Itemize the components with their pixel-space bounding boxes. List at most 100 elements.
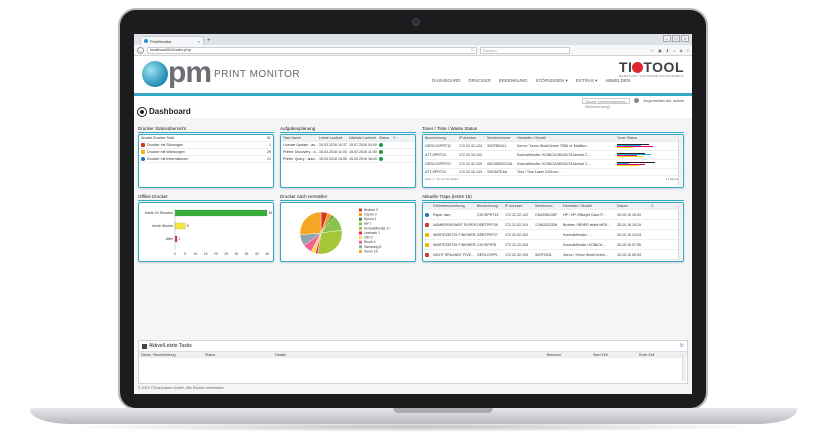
close-tab-icon[interactable]: × — [198, 39, 200, 44]
quick-search-input[interactable]: Suche (Seriennummer, Bezeichnung) — [582, 97, 631, 109]
col-header[interactable]: Name / Beschreibung — [141, 353, 205, 357]
legend-label: KonicaMinolta 17 — [364, 226, 390, 230]
col-header[interactable]: Toner Status — [617, 136, 667, 140]
col-header[interactable]: Start Zeit — [593, 353, 639, 357]
nav-stoerungen[interactable]: STÖRUNGEN ▾ — [536, 78, 568, 84]
status-row-warnings[interactable]: Drucker mit Warnungen 29 — [139, 149, 273, 156]
traps-header-row: Fehlerbeschreibung Bezeichnung IP Adress… — [423, 203, 683, 210]
status-ok-icon — [379, 157, 383, 161]
table-row[interactable]: Paper Jam CHCEPRT13 172.22.22.122 CNATB013S… — [423, 210, 683, 220]
scrollbar[interactable] — [682, 354, 686, 381]
cell: Printer Query - auto... — [283, 157, 318, 161]
nav-dashboard[interactable]: DASHBOARD — [432, 78, 461, 84]
nav-drucker[interactable]: DRUCKER — [469, 78, 491, 84]
table-row[interactable]: Printer Discovery - a... 15.03.2016 11:0… — [281, 149, 415, 156]
col-header[interactable]: Bezeichnung — [477, 204, 505, 208]
cell: A5C06000213A — [487, 162, 513, 166]
status-count: 21 — [267, 157, 271, 161]
table-row[interactable]: ATT-SPRT10 172.22.10.124 KonicaMinolta /… — [423, 151, 683, 160]
status-panel-title: Drucker Statusübersicht — [138, 126, 274, 133]
table-row[interactable]: WARTEZEIT01 FINISHER... DEBTPRT07 172.22.9… — [423, 230, 683, 240]
refresh-icon[interactable]: ↻ — [680, 343, 684, 349]
status-row-info[interactable]: Drucker mit Informationen 21 — [139, 156, 273, 163]
col-header[interactable]: Hersteller / Modell — [517, 136, 617, 140]
refresh-icon[interactable]: ↻ — [651, 204, 654, 208]
table-row[interactable]: Printer Query - auto... 15.03.2016 15:59… — [281, 156, 415, 163]
pie-slice[interactable] — [299, 211, 322, 235]
new-tab-button[interactable]: + — [207, 37, 211, 45]
col-header[interactable]: Benutzer — [547, 353, 593, 357]
col-header[interactable]: Task Name — [283, 136, 319, 140]
cell: 15.07.2016 00:00 — [349, 143, 377, 147]
col-header[interactable]: Letzte Laufzeit — [319, 136, 349, 140]
cell: Xerox / Xerox WorkCentre... — [563, 252, 608, 257]
home-icon[interactable]: ⌂ — [673, 48, 675, 53]
col-header[interactable]: Seriennum. — [535, 204, 563, 208]
col-header[interactable]: Fehlerbeschreibung — [433, 204, 477, 208]
offline-panel-title: Offline Drucker — [138, 194, 274, 201]
nav-extras[interactable]: EXTRAS ▾ — [576, 78, 598, 84]
col-header[interactable]: Details — [275, 353, 547, 357]
pie-slice[interactable] — [317, 229, 343, 255]
cell: KonicaMinolta / KONICA MINOLTA bizhub C.… — [517, 162, 591, 166]
legend-swatch — [359, 226, 362, 230]
close-window-button[interactable]: × — [681, 35, 689, 42]
active-tasks-header: Aktive/Letzte Tasks ↻ — [139, 341, 687, 351]
col-header[interactable]: Bezeichnung — [425, 136, 459, 140]
bar[interactable] — [174, 209, 268, 217]
col-header[interactable]: IP Adresse — [459, 136, 487, 140]
browser-tab[interactable]: PrintMonitor × — [140, 36, 204, 45]
active-tasks-panel: Aktive/Letzte Tasks ↻ Name / Beschreibun… — [138, 340, 688, 384]
table-row[interactable]: NICHT ERKANNT FIVE... GERLOVPR... 172.22.4… — [423, 250, 683, 260]
browser-search-input[interactable]: Suchen — [480, 46, 570, 54]
warning-icon — [425, 232, 429, 237]
bar[interactable] — [174, 222, 186, 230]
bar[interactable] — [174, 235, 178, 243]
download-icon[interactable]: ⬇ — [666, 48, 669, 53]
col-header[interactable]: Status — [205, 353, 275, 357]
table-row[interactable]: License Update - au... 15.03.2016 10:37 … — [281, 142, 415, 149]
legend-label: Brother 3 — [364, 208, 378, 212]
status-row-total[interactable]: Anzahl Drucker Total 51 — [139, 135, 273, 142]
refresh-icon[interactable]: ↻ — [393, 136, 396, 140]
maximize-button[interactable]: □ — [672, 35, 680, 42]
col-header[interactable]: Status — [379, 136, 393, 140]
table-row[interactable]: GERLOVPRT07 172.22.42.109 A5C06000213A K… — [423, 160, 683, 169]
table-row[interactable]: WARTEZEIT01 FINISHER... CHCEPRT6 172.22.22… — [423, 240, 683, 250]
cell: WARTEZEIT01 FINISHER... — [433, 232, 477, 237]
nav-erkennung[interactable]: ERKENNUNG — [499, 78, 528, 84]
status-count: 51 — [267, 136, 271, 140]
col-header[interactable]: Ende Zeit — [639, 353, 679, 357]
info-icon — [141, 157, 145, 161]
page-footer: © 2016 TIToolAusbeu GmbH, Alle Rechte vo… — [138, 386, 225, 390]
address-bar[interactable]: localhost/0/0/index.php C — [147, 46, 477, 54]
scrollbar[interactable] — [678, 137, 682, 185]
nav-abmelden[interactable]: ABMELDEN — [605, 78, 630, 84]
table-row[interactable]: NUMBERSIGNBIT SUPER... DEBTPRT09 172.22.92… — [423, 220, 683, 230]
favicon-icon — [144, 39, 148, 43]
col-header[interactable]: Hersteller / Modell — [563, 204, 617, 208]
col-header[interactable]: Nächste Laufzeit — [349, 136, 379, 140]
clipboard-icon[interactable]: ▣ — [658, 48, 662, 53]
scrollbar[interactable] — [678, 205, 682, 259]
cell: 15.03.2016 16:00 — [349, 157, 377, 161]
bar-category-label: letzte 24 Stunden — [145, 211, 173, 215]
gear-icon[interactable] — [634, 98, 640, 103]
shield-icon[interactable]: ◈ — [680, 48, 683, 53]
minimize-button[interactable]: – — [663, 35, 671, 42]
error-icon — [425, 252, 429, 257]
cell: 17962023338 — [535, 222, 557, 227]
menu-icon[interactable]: ≡ — [687, 48, 689, 53]
star-icon[interactable]: ☆ — [650, 48, 654, 53]
col-header[interactable]: Seriennummer — [487, 136, 517, 140]
table-row[interactable]: GERLOVPRT11 172.22.42.124 30GFB0311 Xero… — [423, 142, 683, 151]
status-row-errors[interactable]: Drucker mit Störungen 1 — [139, 142, 273, 149]
brand-name-post: TOOL — [643, 59, 684, 75]
reload-icon[interactable]: C — [471, 47, 474, 53]
table-row[interactable]: ATT-SPRT12 172.22.10.133 3301MTE6A Toru … — [423, 169, 683, 176]
cell: NICHT ERKANNT FIVE... — [433, 252, 475, 257]
status-ok-icon — [379, 150, 383, 154]
col-header[interactable]: Datum — [617, 204, 651, 208]
back-arrow-icon[interactable]: ← — [137, 46, 144, 54]
col-header[interactable]: IP Adresse — [505, 204, 535, 208]
